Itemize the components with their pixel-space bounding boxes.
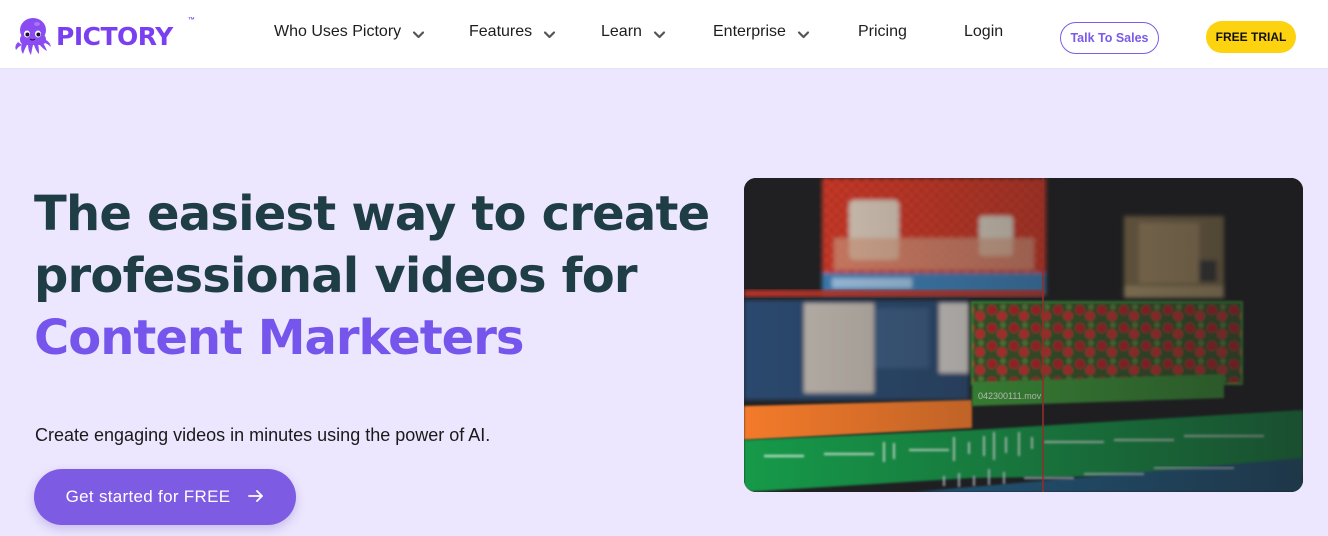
nav-label: Pricing [858,23,907,40]
nav-learn[interactable]: Learn [601,22,666,42]
pictory-logo[interactable]: PICTORY ™ [12,16,195,56]
arrow-right-icon [248,488,264,506]
cta-label: Get started for FREE [65,487,231,506]
nav-enterprise[interactable]: Enterprise [713,22,810,42]
hero-subtitle: Create engaging videos in minutes using … [35,425,491,445]
nav-label: Login [964,23,1004,40]
nav-who-uses-pictory[interactable]: Who Uses Pictory [274,22,425,42]
chevron-down-icon [797,28,810,41]
brand-name: PICTORY [56,21,173,51]
chevron-down-icon [412,28,425,41]
talk-to-sales-button[interactable]: Talk To Sales [1060,22,1159,54]
nav-label: Learn [601,23,642,40]
trademark-symbol: ™ [188,17,195,24]
chevron-down-icon [543,28,556,41]
nav-label: Features [469,23,533,40]
hero-title-line-1: The easiest way to create [34,186,710,242]
nav-label: Enterprise [713,23,786,40]
nav-pricing[interactable]: Pricing [858,22,907,42]
nav-features[interactable]: Features [469,22,556,42]
hero-title-accent: Content Marketers [34,310,524,366]
free-trial-button[interactable]: FREE TRIAL [1206,21,1296,53]
site-header: PICTORY ™ Who Uses Pictory Features Lear… [0,0,1328,69]
timeline-illustration: 042300111.mov [744,178,1303,492]
get-started-button[interactable]: Get started for FREE [34,469,296,525]
octopus-mascot-icon [15,18,51,55]
chevron-down-icon [653,28,666,41]
hero-title-line-2: professional videos for [34,248,638,304]
nav-label: Who Uses Pictory [274,23,402,40]
nav-login[interactable]: Login [964,22,1003,42]
hero-title: The easiest way to create professional v… [34,183,714,369]
video-editor-preview-image: 042300111.mov [744,178,1303,492]
